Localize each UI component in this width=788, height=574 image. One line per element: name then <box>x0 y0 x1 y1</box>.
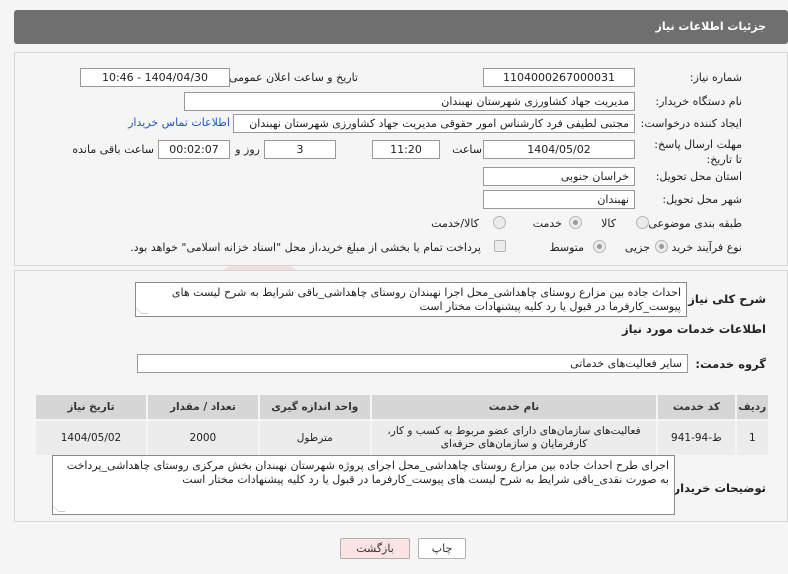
category-service-label: خدمت <box>532 217 562 230</box>
process-medium-label: متوسط <box>549 241 584 254</box>
days-label: روز و <box>235 143 260 156</box>
col-name-header: نام خدمت <box>369 393 659 421</box>
announce-date-field[interactable]: 1404/04/30 - 10:46 <box>80 68 230 87</box>
cell-service-name: فعالیت‌های سازمان‌های دارای عضو مربوط به… <box>369 419 659 457</box>
page-header: جزئیات اطلاعات نیاز <box>14 10 788 44</box>
resize-handle-icon[interactable] <box>136 307 149 314</box>
province-field[interactable]: خراسان جنوبی <box>483 167 635 186</box>
remaining-time-field[interactable]: 00:02:07 <box>158 140 230 159</box>
services-section-title: اطلاعات خدمات مورد نیاز <box>622 322 766 336</box>
print-button[interactable]: چاپ <box>418 538 466 559</box>
service-group-label: گروه خدمت: <box>695 357 766 371</box>
col-row-header: ردیف <box>734 393 771 421</box>
process-medium-radio[interactable] <box>593 240 606 253</box>
category-service-radio[interactable] <box>569 216 582 229</box>
cell-quantity: 2000 <box>145 419 260 457</box>
col-code-header: کد خدمت <box>656 393 737 421</box>
province-label: استان محل تحویل: <box>655 170 742 183</box>
buyer-org-field[interactable]: مدیریت جهاد کشاورزی شهرستان نهبندان <box>184 92 635 111</box>
creator-label: ایجاد کننده درخواست: <box>640 117 742 130</box>
deadline-date-field[interactable]: 1404/05/02 <box>483 140 635 159</box>
category-goods-service-label: کالا/خدمت <box>431 217 479 230</box>
table-header-row: ردیف کد خدمت نام خدمت واحد اندازه گیری ت… <box>34 393 771 421</box>
deadline-label: مهلت ارسال پاسخ: تا تاریخ: <box>654 138 742 166</box>
buyer-contact-link[interactable]: اطلاعات تماس خریدار <box>128 116 230 129</box>
cell-service-code: ط-94-941 <box>656 419 737 457</box>
announce-date-label: تاریخ و ساعت اعلان عمومی: <box>225 71 358 84</box>
services-table: ردیف کد خدمت نام خدمت واحد اندازه گیری ت… <box>34 393 771 457</box>
days-remaining-field[interactable]: 3 <box>264 140 336 159</box>
category-goods-service-radio[interactable] <box>493 216 506 229</box>
city-label: شهر محل تحویل: <box>662 193 742 206</box>
buyer-notes-label: توضیحات خریدار: <box>668 481 766 495</box>
need-number-field[interactable]: 1104000267000031 <box>483 68 635 87</box>
page-title: جزئیات اطلاعات نیاز <box>655 20 767 33</box>
category-goods-label: کالا <box>601 217 616 230</box>
treasury-payment-note: پرداخت تمام یا بخشی از مبلغ خرید،از محل … <box>130 241 481 254</box>
cell-need-date: 1404/05/02 <box>34 419 148 457</box>
buyer-org-label: نام دستگاه خریدار: <box>655 95 742 108</box>
creator-field[interactable]: مجتبی لطیفی فرد کارشناس امور حقوقی مدیری… <box>233 114 635 133</box>
city-field[interactable]: نهبندان <box>483 190 635 209</box>
process-minor-radio[interactable] <box>655 240 668 253</box>
summary-label: شرح کلی نیاز: <box>683 292 766 306</box>
cell-row-number: 1 <box>734 419 771 457</box>
process-minor-label: جزیی <box>624 241 650 254</box>
table-row[interactable]: 1 ط-94-941 فعالیت‌های سازمان‌های دارای ع… <box>34 419 771 457</box>
process-type-label: نوع فرآیند خرید : <box>664 241 742 254</box>
cell-unit: مترطول <box>257 419 372 457</box>
deadline-time-label: ساعت <box>452 143 482 156</box>
col-unit-header: واحد اندازه گیری <box>257 393 372 421</box>
deadline-time-field[interactable]: 11:20 <box>372 140 440 159</box>
remaining-time-label: ساعت باقی مانده <box>72 143 154 156</box>
buyer-notes-textarea[interactable]: اجرای طرح احداث جاده بین مزارع روستای چا… <box>52 455 675 515</box>
category-label: طبقه بندی موضوعی: <box>644 217 742 230</box>
resize-handle-icon[interactable] <box>53 505 66 512</box>
summary-text: احداث جاده بین مزارع روستای چاهداشی_محل … <box>171 286 681 313</box>
col-date-header: تاریخ نیاز <box>34 393 148 421</box>
service-group-field[interactable]: سایر فعالیت‌های خدماتی <box>137 354 688 373</box>
category-goods-radio[interactable] <box>636 216 649 229</box>
need-number-label: شماره نیاز: <box>689 71 742 84</box>
buyer-notes-text: اجرای طرح احداث جاده بین مزارع روستای چا… <box>66 459 669 486</box>
summary-textarea[interactable]: احداث جاده بین مزارع روستای چاهداشی_محل … <box>135 282 687 317</box>
back-button[interactable]: بازگشت <box>340 538 410 559</box>
treasury-payment-checkbox[interactable] <box>494 240 506 252</box>
col-qty-header: تعداد / مقدار <box>145 393 260 421</box>
